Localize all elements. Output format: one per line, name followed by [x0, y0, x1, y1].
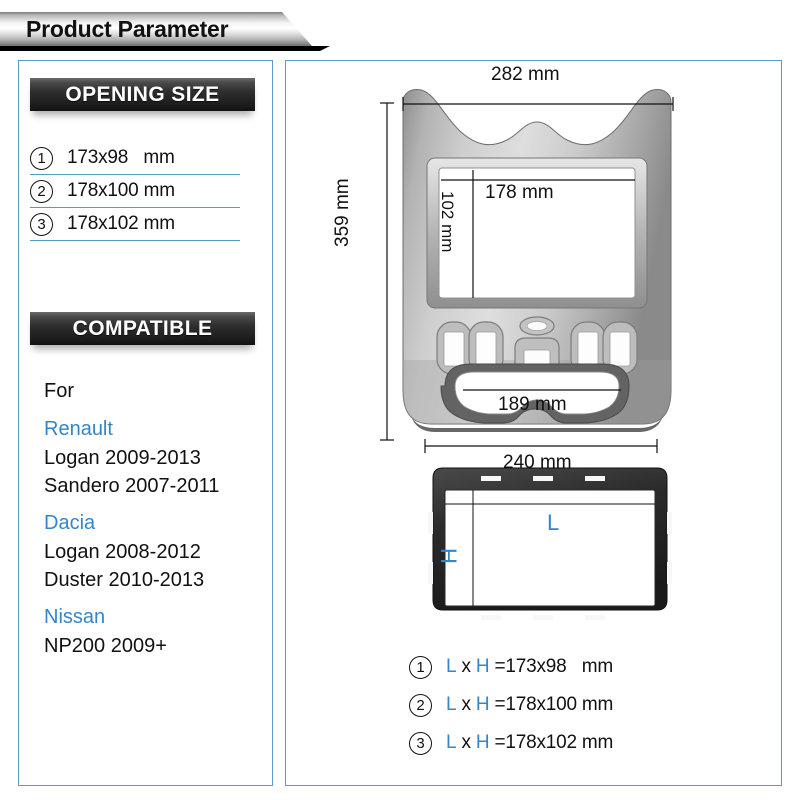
bezel-length-label: L [547, 510, 560, 535]
header-underline [0, 46, 330, 51]
header: Product Parameter [0, 12, 800, 52]
list-item: 1 173x98 mm [30, 142, 240, 175]
brand-name-renault: Renault [44, 418, 113, 440]
opening-size-heading: OPENING SIZE [30, 78, 255, 111]
bezel-window [444, 489, 656, 607]
lh-x-label: x [456, 732, 476, 753]
lh-l-label: L [446, 732, 457, 753]
opening-size-list: 1 173x98 mm 2 178x100 mm 3 178x102 mm [30, 142, 240, 241]
bezel-tab [428, 562, 433, 584]
bezel-height-label: H [436, 548, 461, 564]
for-label: For [44, 380, 74, 402]
page-title: Product Parameter [26, 16, 229, 42]
item-number: 2 [30, 179, 53, 203]
dimension-label-bottom-width: 240 mm [503, 452, 572, 473]
bezel-frame [428, 467, 672, 620]
compatible-list: For Renault Logan 2009-2013 Sandero 2007… [44, 376, 259, 660]
item-number: 3 [30, 212, 53, 236]
lh-h-label: H [475, 694, 490, 715]
model-line: Sandero 2007-2011 [44, 475, 220, 497]
compatible-heading: COMPATIBLE [30, 312, 255, 345]
item-value: 178x102 mm [67, 213, 175, 234]
item-number: 3 [409, 731, 432, 755]
model-line: Logan 2009-2013 [44, 447, 201, 469]
lh-l-label: L [446, 656, 457, 677]
item-number: 1 [409, 655, 432, 679]
bezel-tab [585, 615, 605, 620]
list-item: 1 L x H =173x98 mm [409, 648, 739, 686]
dimension-label-top-width: 282 mm [491, 64, 560, 85]
lh-value: =173x98 mm [489, 656, 613, 677]
model-line: Duster 2010-2013 [44, 569, 205, 591]
dimension-label-left-height: 359 mm [332, 178, 353, 247]
compatible-heading-label: COMPATIBLE [72, 316, 213, 340]
model-line: Logan 2008-2012 [44, 541, 201, 563]
technical-drawing: 282 mm 359 mm 178 mm 102 mm 189 mm 240 m… [285, 60, 782, 786]
dimension-label-opening-height: 102 mm [438, 191, 457, 253]
lh-l-label: L [446, 694, 457, 715]
list-item: 3 178x102 mm [30, 208, 240, 241]
item-value: 173x98 mm [67, 147, 175, 168]
dimension-label-opening-width: 178 mm [485, 182, 554, 203]
product-parameter-infographic: Product Parameter OPENING SIZE 1 173x98 … [0, 0, 800, 800]
lh-h-label: H [475, 732, 490, 753]
item-number: 1 [30, 146, 53, 170]
bezel-tab [585, 476, 605, 481]
list-item: 2 178x100 mm [30, 175, 240, 208]
bezel-tab [428, 512, 433, 534]
list-item: 3 L x H =178x102 mm [409, 724, 739, 762]
brand-name-nissan: Nissan [44, 606, 106, 628]
bezel-tab [667, 512, 672, 534]
fascia-drawing-svg [380, 89, 674, 620]
brand-name-dacia: Dacia [44, 512, 96, 534]
fascia-body [402, 89, 672, 432]
opening-size-heading-label: OPENING SIZE [65, 82, 220, 106]
item-number: 2 [409, 693, 432, 717]
lh-x-label: x [456, 694, 476, 715]
model-line: NP200 2009+ [44, 635, 167, 657]
lh-value: =178x100 mm [489, 694, 614, 715]
lh-x-label: x [456, 656, 476, 677]
bezel-tab [533, 476, 553, 481]
bezel-tab [481, 615, 501, 620]
dimension-label-lower-opening-width: 189 mm [498, 394, 567, 415]
lh-value: =178x102 mm [489, 732, 614, 753]
bezel-tab [481, 476, 501, 481]
bezel-tab [667, 562, 672, 584]
lh-dimension-list: 1 L x H =173x98 mm 2 L x H =178x100 mm 3… [409, 648, 739, 762]
item-value: 178x100 mm [67, 180, 175, 201]
bezel-tab [533, 615, 553, 620]
lh-h-label: H [475, 656, 490, 677]
list-item: 2 L x H =178x100 mm [409, 686, 739, 724]
